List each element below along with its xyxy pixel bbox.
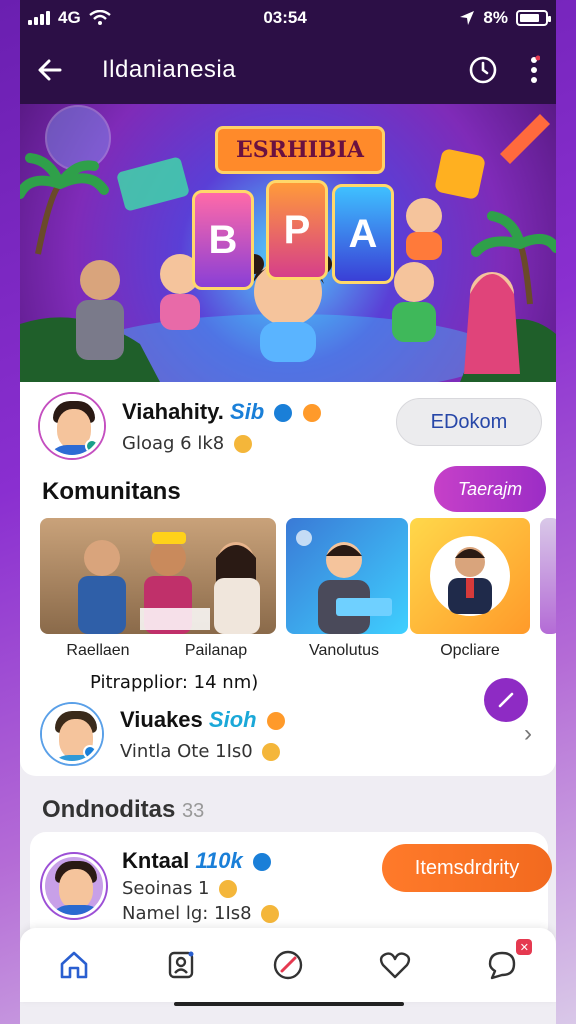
battery-percent: 8% [483,8,508,27]
back-arrow-icon[interactable] [36,56,80,84]
app-bar: Ildanianesia [20,36,556,104]
letter-tile: P [266,180,328,280]
section-title-secondary: Ondnoditas 33 [42,796,205,823]
community-photo [78,532,260,634]
member-row[interactable]: Viuakes Sioh Vintla Ote 1Is0 [42,704,285,764]
status-bar: 4G 03:54 8% [20,0,556,36]
profile-subtitle: Gloag 6 lk8 [122,433,321,454]
member-card[interactable]: Kntaal 110k Seoinas 1 Namel lg: 1Is8 Ite… [30,832,552,942]
community-label: Vanolutus [309,642,379,659]
profile-name: Viahahity. Sib [122,399,321,425]
sticker-icon [233,434,252,453]
edit-fab[interactable] [484,678,528,722]
community-illustration [430,536,510,616]
notification-badge-icon: ✕ [516,939,533,955]
clock: 03:54 [263,8,307,27]
community-label: Raellaen [66,642,130,659]
heart-icon [380,952,411,979]
wifi-icon [88,10,111,25]
page-title: Ildanianesia [102,56,237,83]
more-options-icon[interactable] [528,55,540,85]
sticker-icon [261,905,280,923]
community-thumb[interactable] [410,518,530,634]
emoji-icon [302,403,321,422]
member-action-button[interactable]: Itemsdrdrity [382,844,552,892]
network-label: 4G [58,8,81,27]
online-dot-icon [85,439,99,453]
member-subtitle: Vintla Ote 1Is0 [120,741,285,762]
banner-sign: ESRHIBIA [215,126,385,174]
pencil-icon [498,692,514,708]
bottom-nav: ✕ [20,928,556,1002]
letter-tile: B [192,190,254,290]
chevron-right-icon[interactable]: › [524,720,532,748]
home-indicator [174,1002,404,1006]
chat-bubble-icon [489,951,516,980]
sticker-icon [262,742,281,761]
member-name: Viuakes Sioh [120,707,285,733]
avatar[interactable] [42,704,102,764]
hero-banner: ESRHIBIA B P A [20,104,556,382]
app-screen: 4G 03:54 8% Ildanianesia ESRHIBIA B P A … [20,0,556,1024]
letter-tile: A [332,184,394,284]
profile-card-icon [168,951,194,979]
nav-profile[interactable] [157,941,205,989]
nav-home[interactable] [50,941,98,989]
member-name: Kntaal 110k [122,848,279,874]
online-dot-icon [83,745,97,759]
compass-icon [273,950,303,980]
avatar[interactable] [42,854,106,918]
community-label: Pailanap [184,642,248,659]
community-label: Opcliare [440,642,500,659]
community-illustration [296,530,392,634]
section-title-communities: Komunitans [42,478,181,505]
community-thumb[interactable] [540,518,556,634]
profile-card: Viahahity. Sib Gloag 6 lk8 EDokom Komuni… [20,382,556,776]
community-action-button[interactable]: Taerajm [434,466,546,512]
community-thumb[interactable] [286,518,408,634]
nav-favorites[interactable] [371,941,419,989]
verified-icon [252,853,271,872]
member-line: Namel lg: 1Is8 [122,903,280,924]
avatar[interactable] [40,394,104,458]
member-row[interactable]: Kntaal 110k Seoinas 1 Namel lg: 1Is8 [42,848,280,924]
community-thumb[interactable] [40,518,276,634]
community-carousel[interactable] [40,518,556,634]
community-meta: Pitrapplior: 14 nm) [90,672,259,693]
emoji-icon [266,711,285,730]
signal-icon [28,11,50,25]
history-clock-icon[interactable] [468,55,498,85]
emoji-icon [219,880,238,898]
profile-row[interactable]: Viahahity. Sib Gloag 6 lk8 [40,394,321,458]
member-line: Seoinas 1 [122,878,279,899]
nav-explore[interactable] [264,941,312,989]
nav-messages[interactable]: ✕ [478,939,533,989]
verified-icon [274,403,293,422]
battery-icon [516,10,551,26]
home-icon [60,951,87,979]
location-icon [460,11,475,25]
profile-action-button[interactable]: EDokom [396,398,542,446]
